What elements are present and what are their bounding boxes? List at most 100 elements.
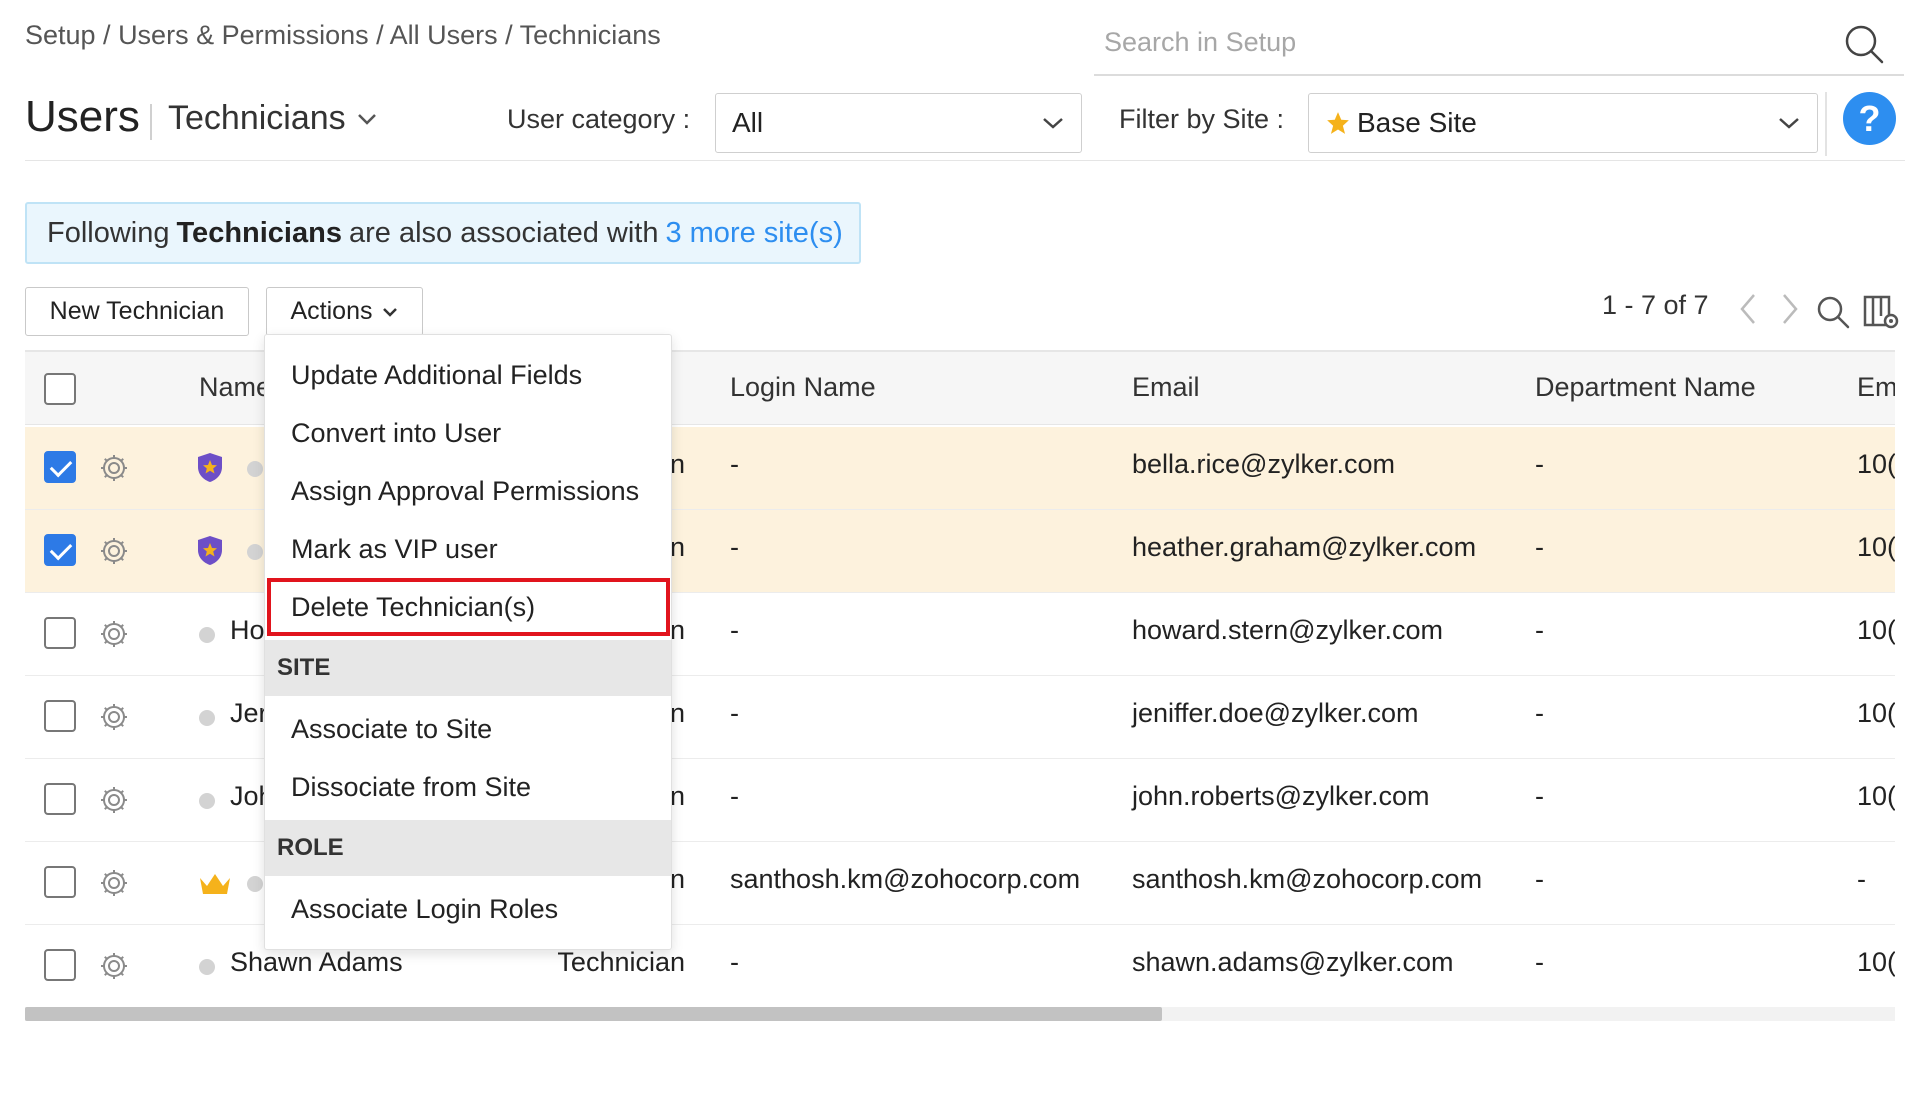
row-checkbox[interactable] [44, 617, 76, 649]
actions-button-label: Actions [290, 297, 373, 325]
gear-icon[interactable] [98, 867, 130, 899]
actions-button[interactable]: Actions [266, 287, 423, 336]
status-dot [199, 793, 215, 809]
cell-role: n [669, 532, 685, 562]
gear-icon[interactable] [98, 701, 130, 733]
menu-item-assign-approval-permissions[interactable]: Assign Approval Permissions [265, 462, 671, 520]
chevron-down-icon [1779, 118, 1799, 129]
view-selector-label: Technicians [168, 99, 346, 137]
row-checkbox[interactable] [44, 451, 76, 483]
user-category-label: User category : [507, 104, 691, 134]
banner-prefix: Following [47, 216, 170, 249]
cell-employee-id: - [1857, 864, 1866, 894]
cell-role: n [669, 864, 685, 894]
cell-login-name: - [730, 449, 739, 479]
cell-department: - [1535, 698, 1544, 728]
cell-role: n [669, 781, 685, 811]
cell-department: - [1535, 781, 1544, 811]
row-checkbox[interactable] [44, 949, 76, 981]
chevron-right-icon [1783, 294, 1798, 324]
filter-site-dropdown[interactable]: Base Site [1308, 93, 1818, 153]
column-header-employee-id[interactable]: Em [1857, 372, 1895, 403]
cell-login-name: - [730, 781, 739, 811]
select-all-checkbox[interactable] [44, 373, 76, 405]
status-dot [247, 544, 263, 560]
cell-email: heather.graham@zylker.com [1132, 532, 1477, 562]
cell-department: - [1535, 947, 1544, 977]
new-technician-button[interactable]: New Technician [25, 287, 249, 336]
cell-department: - [1535, 532, 1544, 562]
status-dot [199, 959, 215, 975]
next-page-button[interactable] [1768, 287, 1812, 331]
horizontal-scrollbar-thumb[interactable] [25, 1007, 1162, 1021]
column-header-email[interactable]: Email [1132, 372, 1200, 403]
menu-item-convert-into-user[interactable]: Convert into User [265, 404, 671, 462]
column-header-login-name[interactable]: Login Name [730, 372, 876, 403]
search-input[interactable] [1104, 22, 1804, 62]
cell-employee-id: 10( [1857, 947, 1895, 977]
chevron-left-icon [1740, 294, 1755, 324]
user-category-dropdown[interactable]: All [715, 93, 1082, 153]
row-checkbox[interactable] [44, 700, 76, 732]
menu-item-dissociate-from-site[interactable]: Dissociate from Site [265, 758, 671, 816]
menu-item-associate-login-roles[interactable]: Associate Login Roles [265, 880, 671, 938]
status-dot [247, 461, 263, 477]
user-category-value: All [732, 107, 764, 138]
header-divider [1825, 92, 1827, 156]
gear-icon[interactable] [98, 452, 130, 484]
cell-email: howard.stern@zylker.com [1132, 615, 1444, 645]
cell-name[interactable]: Shawn Adams [230, 947, 403, 978]
banner-middle: are also associated with [348, 216, 659, 249]
search-icon[interactable] [1842, 22, 1886, 66]
cell-department: - [1535, 864, 1544, 894]
column-settings-icon [1863, 295, 1899, 329]
page-title: Users [25, 92, 140, 141]
cell-login-name: - [730, 615, 739, 645]
cell-login-name: - [730, 532, 739, 562]
table-search-button[interactable] [1811, 290, 1855, 334]
cell-email: john.roberts@zylker.com [1132, 781, 1430, 811]
more-sites-link[interactable]: 3 more site(s) [665, 217, 842, 250]
menu-item-associate-to-site[interactable]: Associate to Site [265, 700, 671, 758]
menu-item-update-additional-fields[interactable]: Update Additional Fields [265, 346, 671, 404]
column-header-name[interactable]: Name [199, 372, 271, 403]
gear-icon[interactable] [98, 618, 130, 650]
row-checkbox[interactable] [44, 534, 76, 566]
cell-employee-id: 10( [1857, 698, 1895, 728]
cell-email: bella.rice@zylker.com [1132, 449, 1395, 479]
view-selector[interactable]: Technicians [168, 99, 378, 138]
cell-employee-id: 10( [1857, 449, 1895, 479]
vip-shield-icon [196, 451, 224, 488]
help-button[interactable]: ? [1843, 92, 1896, 145]
cell-email: jeniffer.doe@zylker.com [1132, 698, 1419, 728]
gear-icon[interactable] [98, 950, 130, 982]
column-settings-button[interactable] [1860, 290, 1904, 334]
cell-role: n [669, 615, 685, 645]
cell-employee-id: 10( [1857, 781, 1895, 811]
gear-icon[interactable] [98, 535, 130, 567]
title-divider [150, 104, 152, 140]
cell-login-name: - [730, 698, 739, 728]
chevron-down-icon [357, 113, 376, 125]
cell-name[interactable]: Ho [230, 615, 265, 646]
cell-role: Technician [557, 947, 685, 977]
menu-item-mark-as-vip[interactable]: Mark as VIP user [265, 520, 671, 578]
column-header-department[interactable]: Department Name [1535, 372, 1756, 403]
banner-bold: Technicians [176, 216, 342, 249]
cell-employee-id: 10( [1857, 615, 1895, 645]
star-icon [1327, 112, 1349, 134]
row-checkbox[interactable] [44, 866, 76, 898]
chevron-down-icon [383, 307, 398, 317]
cell-department: - [1535, 615, 1544, 645]
cell-department: - [1535, 449, 1544, 479]
status-dot [247, 876, 263, 892]
cell-name[interactable]: Jer [230, 698, 268, 729]
previous-page-button[interactable] [1726, 287, 1770, 331]
chevron-down-icon [1043, 118, 1063, 129]
row-checkbox[interactable] [44, 783, 76, 815]
menu-section-role: ROLE [265, 820, 671, 876]
gear-icon[interactable] [98, 784, 130, 816]
menu-item-delete-technicians[interactable]: Delete Technician(s) [267, 578, 670, 636]
admin-crown-icon [197, 870, 233, 903]
search-icon [1817, 296, 1850, 329]
